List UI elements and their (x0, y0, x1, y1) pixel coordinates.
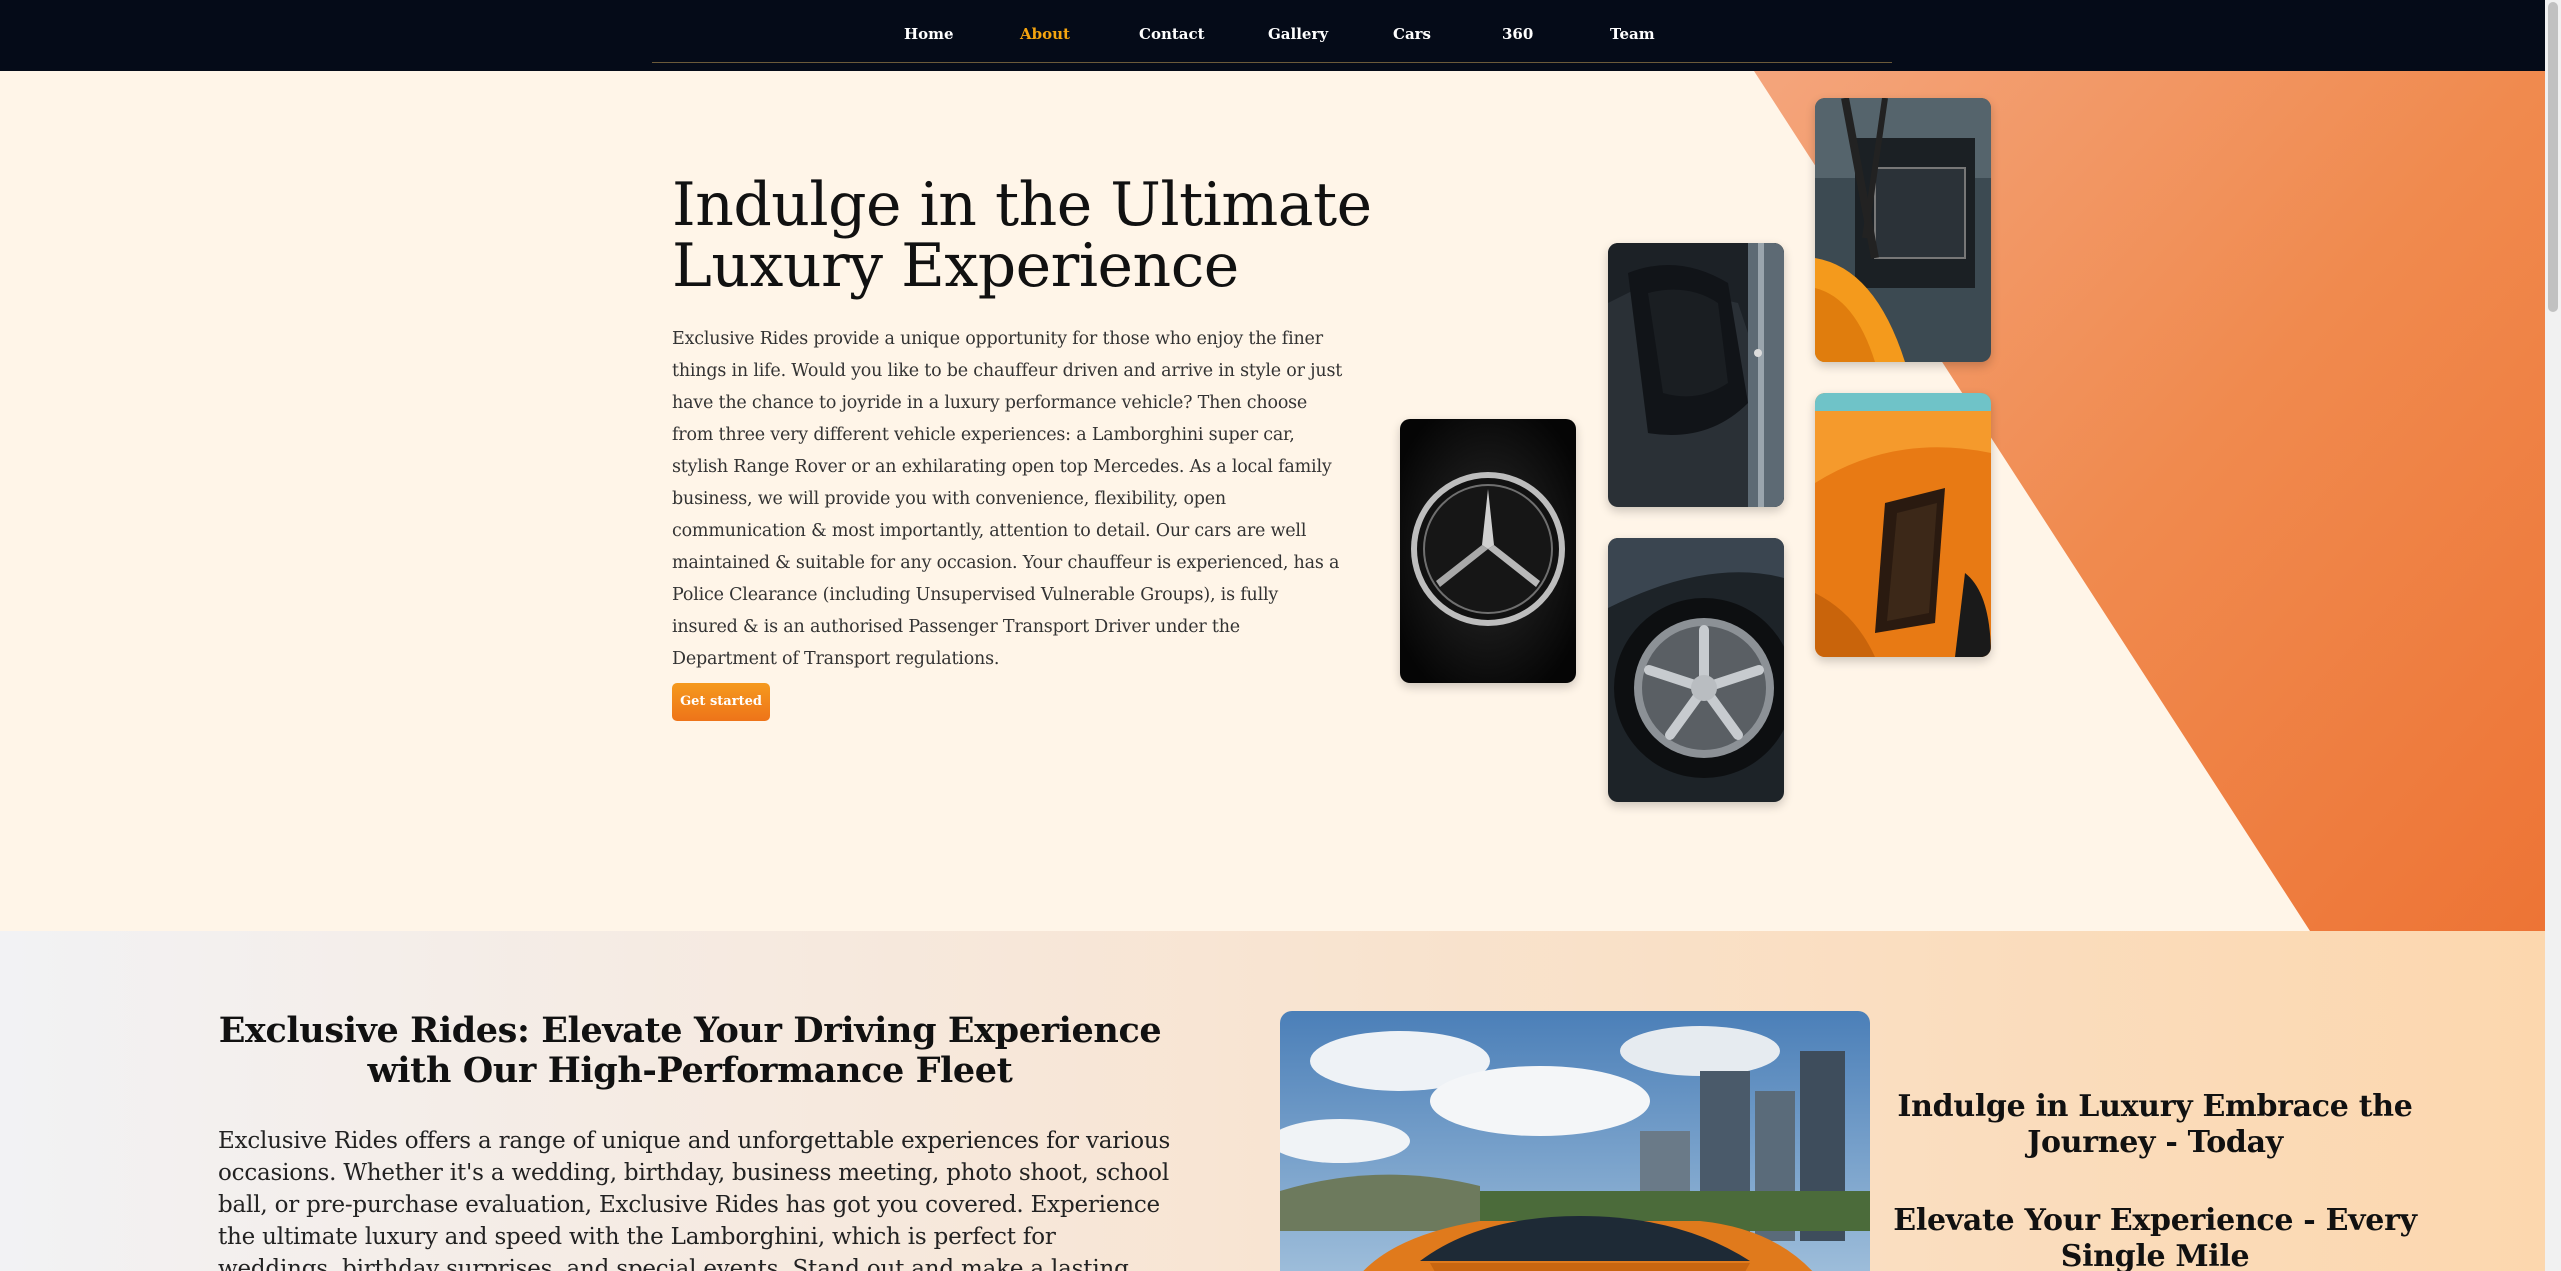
nav-about[interactable]: About (1020, 25, 1070, 43)
nav-gallery[interactable]: Gallery (1268, 25, 1328, 43)
vertical-scrollbar[interactable] (2545, 0, 2561, 1271)
tagline-indulge: Indulge in Luxury Embrace the Journey - … (1897, 1089, 2413, 1160)
top-navigation: Home About Contact Gallery Cars 360 Team (0, 0, 2545, 71)
nav-cars[interactable]: Cars (1393, 25, 1431, 43)
tagline-elevate: Elevate Your Experience - Every Single M… (1893, 1203, 2417, 1271)
hero-description: Exclusive Rides provide a unique opportu… (672, 329, 1343, 669)
fleet-section-title: Exclusive Rides: Elevate Your Driving Ex… (218, 1010, 1162, 1091)
nav-divider (652, 62, 1892, 63)
scrollbar-thumb[interactable] (2548, 2, 2558, 312)
photo-car-seat (1608, 243, 1784, 507)
get-started-button[interactable]: Get started (672, 683, 770, 721)
photo-engine-bay (1815, 98, 1991, 362)
fleet-section-description: Exclusive Rides offers a range of unique… (218, 1128, 1171, 1271)
photo-lamborghini-city (1280, 1011, 1870, 1271)
photo-lamborghini-side (1815, 393, 1991, 657)
hero-title: Indulge in the Ultimate Luxury Experienc… (672, 170, 1372, 301)
hero-section: Indulge in the Ultimate Luxury Experienc… (0, 71, 2545, 931)
nav-contact[interactable]: Contact (1139, 25, 1205, 43)
nav-team[interactable]: Team (1610, 25, 1655, 43)
photo-mercedes-emblem (1400, 419, 1576, 683)
fleet-section: Exclusive Rides: Elevate Your Driving Ex… (0, 931, 2545, 1271)
nav-360[interactable]: 360 (1502, 25, 1533, 43)
photo-car-wheel (1608, 538, 1784, 802)
nav-home[interactable]: Home (904, 25, 954, 43)
